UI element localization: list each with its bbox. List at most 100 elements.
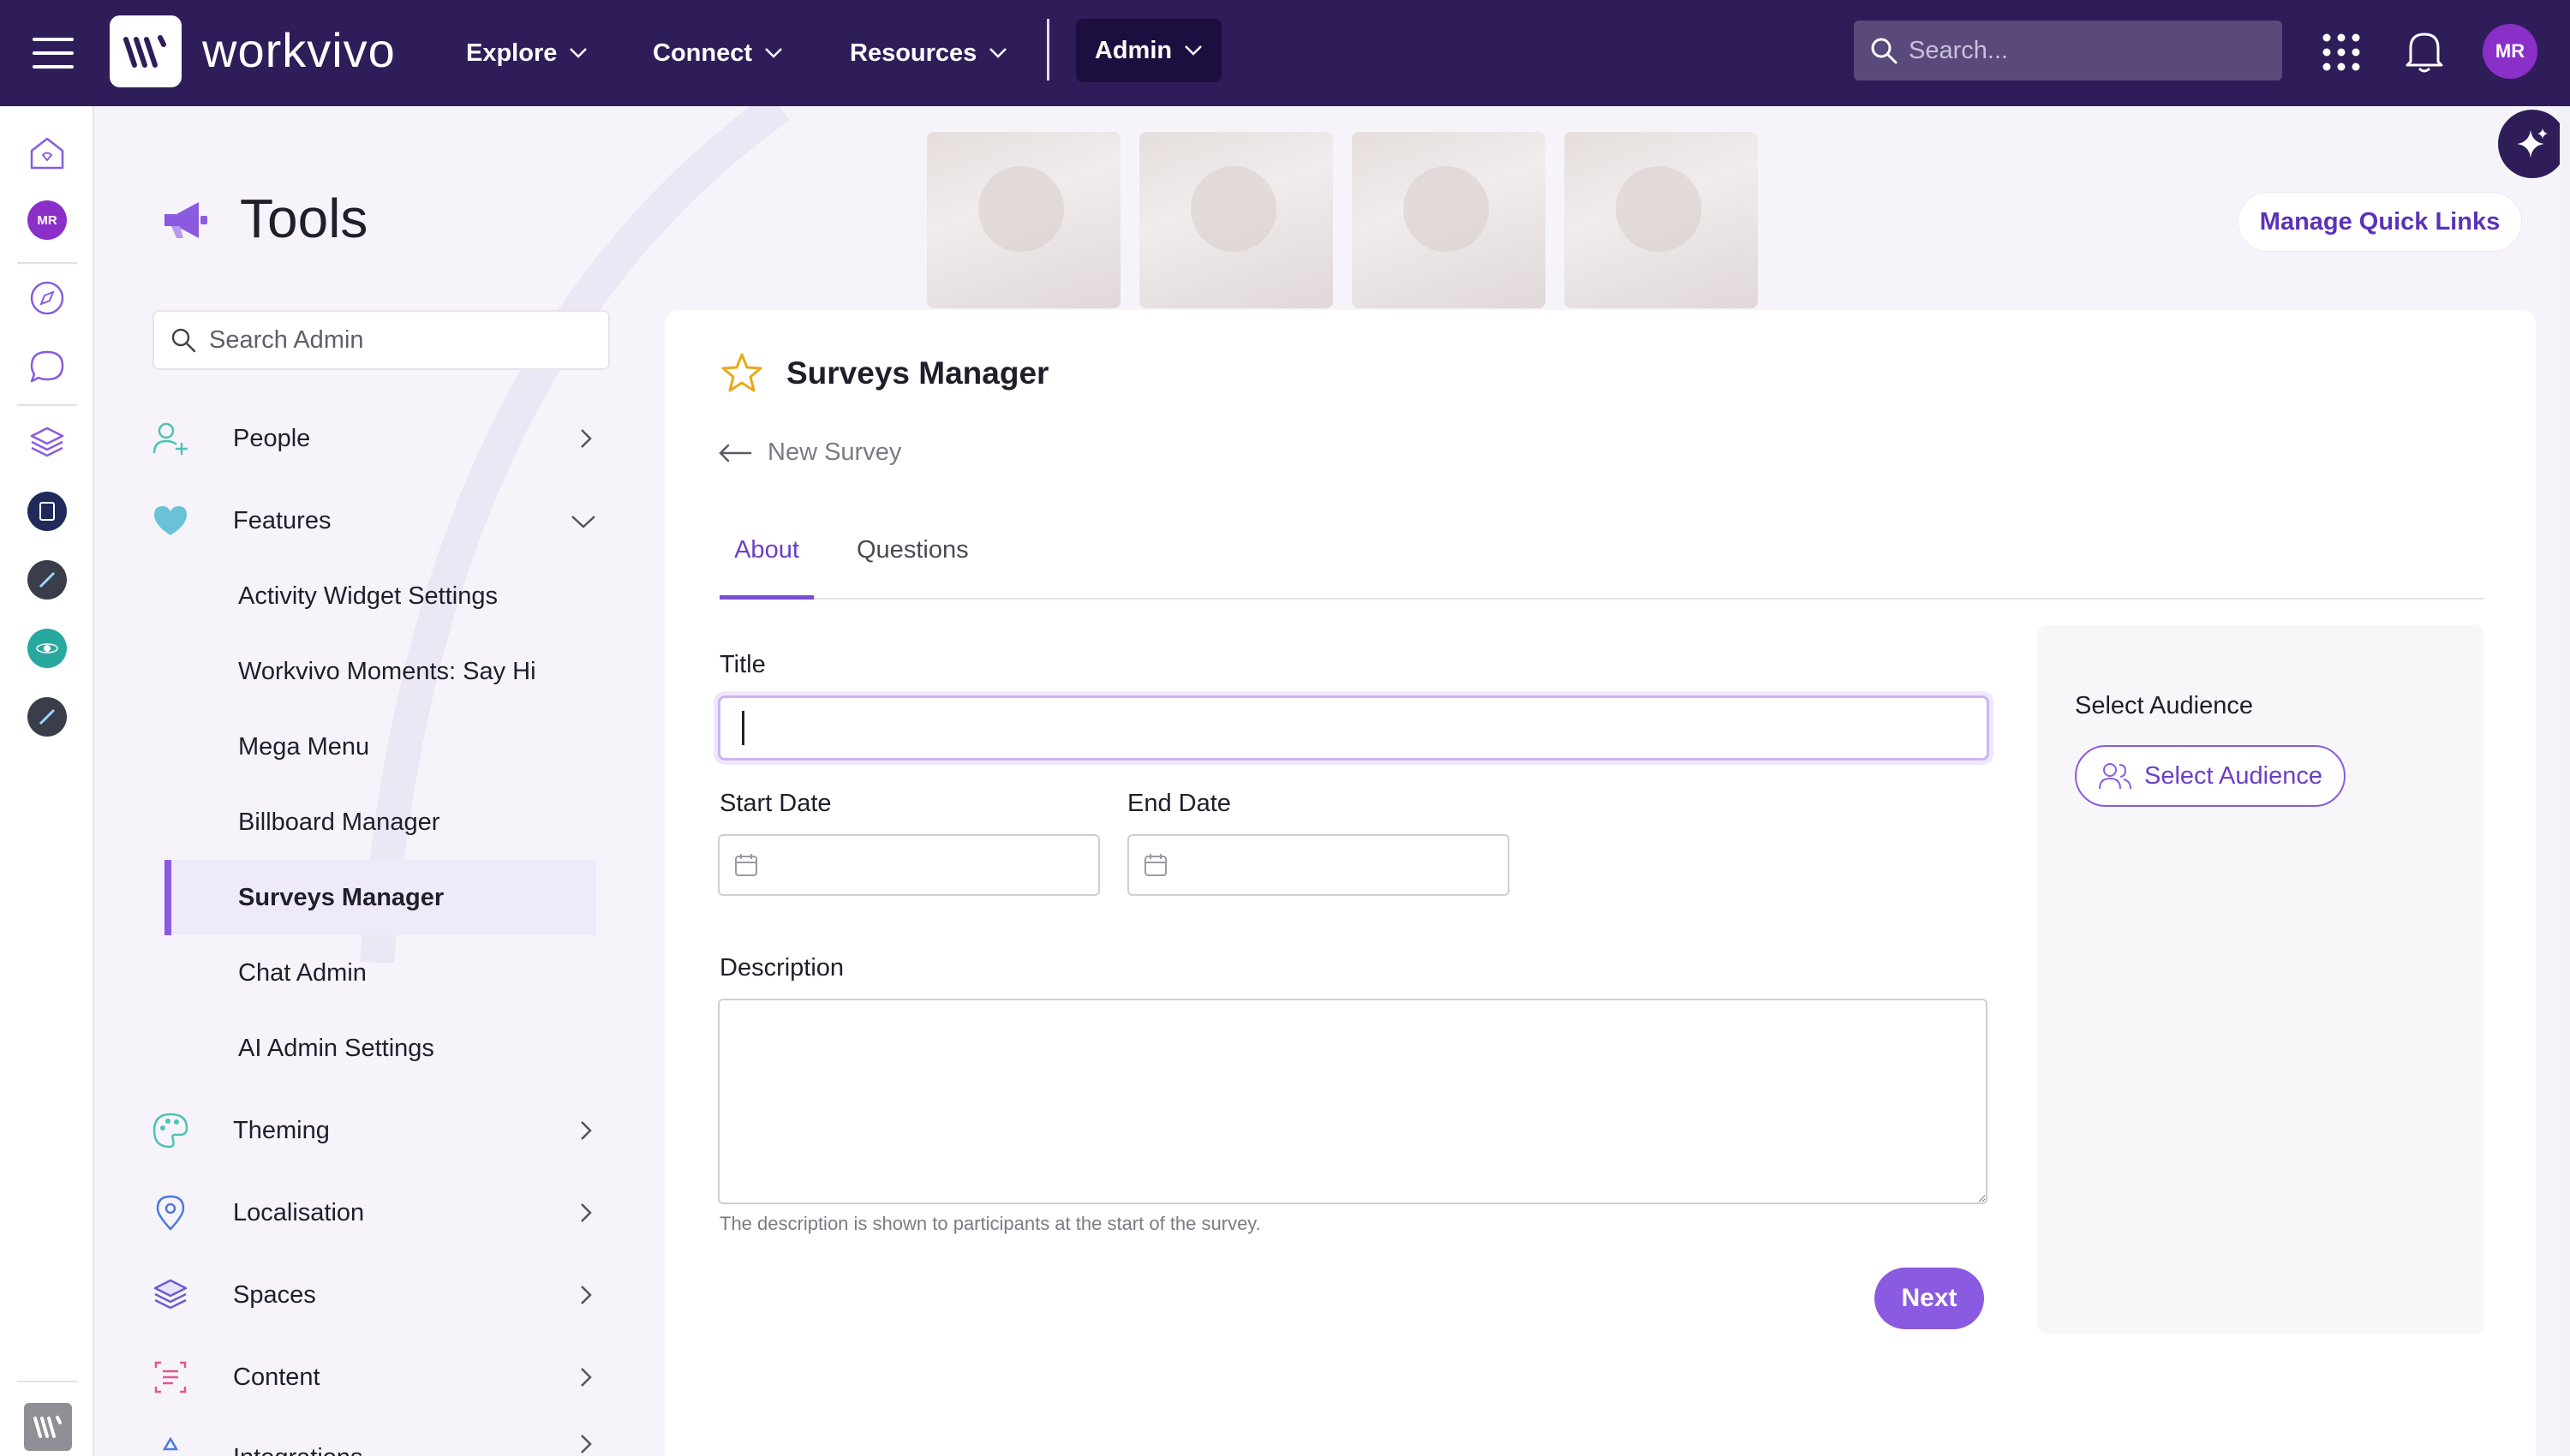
- nav-divider: [1047, 19, 1049, 81]
- search-icon: [1871, 38, 1898, 64]
- survey-tabs: About Questions: [720, 528, 2484, 600]
- layers-icon[interactable]: [27, 421, 68, 462]
- chevron-right-icon: [581, 1121, 592, 1140]
- start-date-input[interactable]: [718, 834, 1100, 896]
- add-user-icon: [152, 422, 188, 455]
- sidebar-section-label: Spaces: [233, 1280, 316, 1309]
- chevron-down-icon: [1185, 45, 1202, 56]
- workvivo-logo[interactable]: [110, 15, 182, 87]
- sidebar-section-label: Localisation: [233, 1198, 365, 1226]
- megaphone-icon: [164, 202, 207, 238]
- sidebar-item-ai-admin-settings[interactable]: AI Admin Settings: [164, 1011, 596, 1086]
- logo-wordmark: workvivo: [202, 23, 396, 77]
- rail-user-avatar[interactable]: MR: [27, 200, 67, 240]
- global-search-input[interactable]: [1909, 36, 2268, 65]
- card-title: Surveys Manager: [786, 355, 1049, 391]
- banner-photo: [1352, 132, 1545, 308]
- chevron-down-icon: [570, 48, 588, 58]
- nav-connect[interactable]: Connect: [653, 31, 783, 75]
- chevron-down-icon: [571, 516, 595, 528]
- content-icon: [154, 1361, 187, 1393]
- audience-panel: [2039, 625, 2483, 1331]
- title-field-label: Title: [720, 651, 766, 678]
- pen-icon: [39, 571, 56, 588]
- chat-bubble-icon[interactable]: [27, 346, 68, 387]
- sidebar-section-localisation[interactable]: Localisation: [151, 1185, 610, 1240]
- workvivo-rail-logo[interactable]: [24, 1403, 72, 1451]
- home-icon[interactable]: [27, 132, 68, 173]
- book-icon: [39, 502, 55, 521]
- calendar-icon: [1145, 854, 1167, 876]
- sidebar-item-chat-admin[interactable]: Chat Admin: [164, 935, 596, 1011]
- atom-icon: [36, 643, 58, 653]
- search-icon: [171, 328, 196, 353]
- admin-search[interactable]: [152, 310, 610, 370]
- sparkle-icon: [2517, 128, 2548, 158]
- sidebar-section-integrations[interactable]: Integrations: [151, 1432, 610, 1456]
- description-help-text: The description is shown to participants…: [720, 1213, 1261, 1234]
- sidebar-item-mega-menu[interactable]: Mega Menu: [164, 709, 596, 785]
- space-avatar-3[interactable]: [27, 629, 67, 668]
- banner-photo-strip: [927, 132, 1758, 308]
- hamburger-menu-icon[interactable]: [31, 31, 75, 75]
- sidebar-section-features[interactable]: Features: [151, 493, 610, 548]
- back-link-label: New Survey: [768, 439, 902, 466]
- end-date-input[interactable]: [1127, 834, 1509, 896]
- nav-admin[interactable]: Admin: [1076, 19, 1222, 82]
- nav-explore[interactable]: Explore: [466, 31, 588, 75]
- page-scrollbar[interactable]: [2560, 106, 2570, 1456]
- user-avatar[interactable]: MR: [2483, 24, 2537, 79]
- global-search[interactable]: [1854, 21, 2282, 81]
- admin-search-input[interactable]: [209, 325, 586, 355]
- sidebar-section-content[interactable]: Content: [151, 1350, 610, 1405]
- title-input[interactable]: [718, 695, 1989, 761]
- star-icon[interactable]: [720, 351, 764, 396]
- description-textarea[interactable]: [718, 999, 1987, 1204]
- description-label: Description: [720, 954, 845, 982]
- banner-photo: [927, 132, 1121, 308]
- compass-icon[interactable]: [27, 277, 68, 319]
- palette-icon: [152, 1113, 188, 1149]
- manage-quick-links-button[interactable]: Manage Quick Links: [2238, 192, 2522, 252]
- apps-grid-icon[interactable]: [2322, 33, 2361, 72]
- arrow-left-icon: [719, 444, 752, 462]
- tab-questions[interactable]: Questions: [857, 528, 969, 600]
- nav-resources[interactable]: Resources: [850, 31, 1007, 75]
- sidebar-item-billboard-manager[interactable]: Billboard Manager: [164, 785, 596, 860]
- map-pin-icon: [156, 1195, 185, 1231]
- select-audience-button[interactable]: Select Audience: [2075, 745, 2346, 807]
- ai-assistant-button[interactable]: [2498, 110, 2567, 178]
- sidebar-section-people[interactable]: People: [151, 411, 610, 466]
- chevron-right-icon: [581, 1435, 592, 1453]
- sidebar-item-workvivo-moments[interactable]: Workvivo Moments: Say Hi: [164, 634, 596, 709]
- sidebar-section-label: Content: [233, 1363, 320, 1391]
- text-caret: [742, 711, 744, 745]
- rail-divider: [17, 262, 77, 264]
- sidebar-section-spaces[interactable]: Spaces: [151, 1268, 610, 1322]
- card-header: Surveys Manager: [720, 351, 1049, 396]
- space-avatar-2[interactable]: [27, 560, 67, 600]
- left-icon-rail: MR: [0, 106, 94, 1456]
- rail-divider: [17, 1381, 77, 1382]
- space-avatar-1[interactable]: [27, 492, 67, 531]
- sidebar-section-theming[interactable]: Theming: [151, 1103, 610, 1158]
- workvivo-logo-icon: [123, 35, 166, 68]
- sidebar-item-surveys-manager[interactable]: Surveys Manager: [164, 860, 596, 935]
- notification-bell-icon[interactable]: [2402, 27, 2447, 75]
- sidebar-item-activity-widget-settings[interactable]: Activity Widget Settings: [164, 558, 596, 634]
- users-icon: [2099, 763, 2131, 790]
- start-date-label: Start Date: [720, 790, 832, 817]
- sidebar-section-label: People: [233, 424, 311, 452]
- banner-photo: [1564, 132, 1758, 308]
- pen-icon: [39, 708, 56, 725]
- back-link[interactable]: New Survey: [718, 439, 901, 467]
- next-button[interactable]: Next: [1874, 1268, 1984, 1329]
- nav-connect-label: Connect: [653, 39, 752, 67]
- rail-divider: [17, 404, 77, 406]
- space-avatar-4[interactable]: [27, 697, 67, 737]
- audience-label: Select Audience: [2075, 692, 2253, 719]
- top-navigation-bar: workvivo Explore Connect Resources Admin…: [0, 0, 2570, 106]
- tab-about[interactable]: About: [720, 528, 814, 600]
- nav-resources-label: Resources: [850, 39, 977, 67]
- calendar-icon: [735, 854, 757, 876]
